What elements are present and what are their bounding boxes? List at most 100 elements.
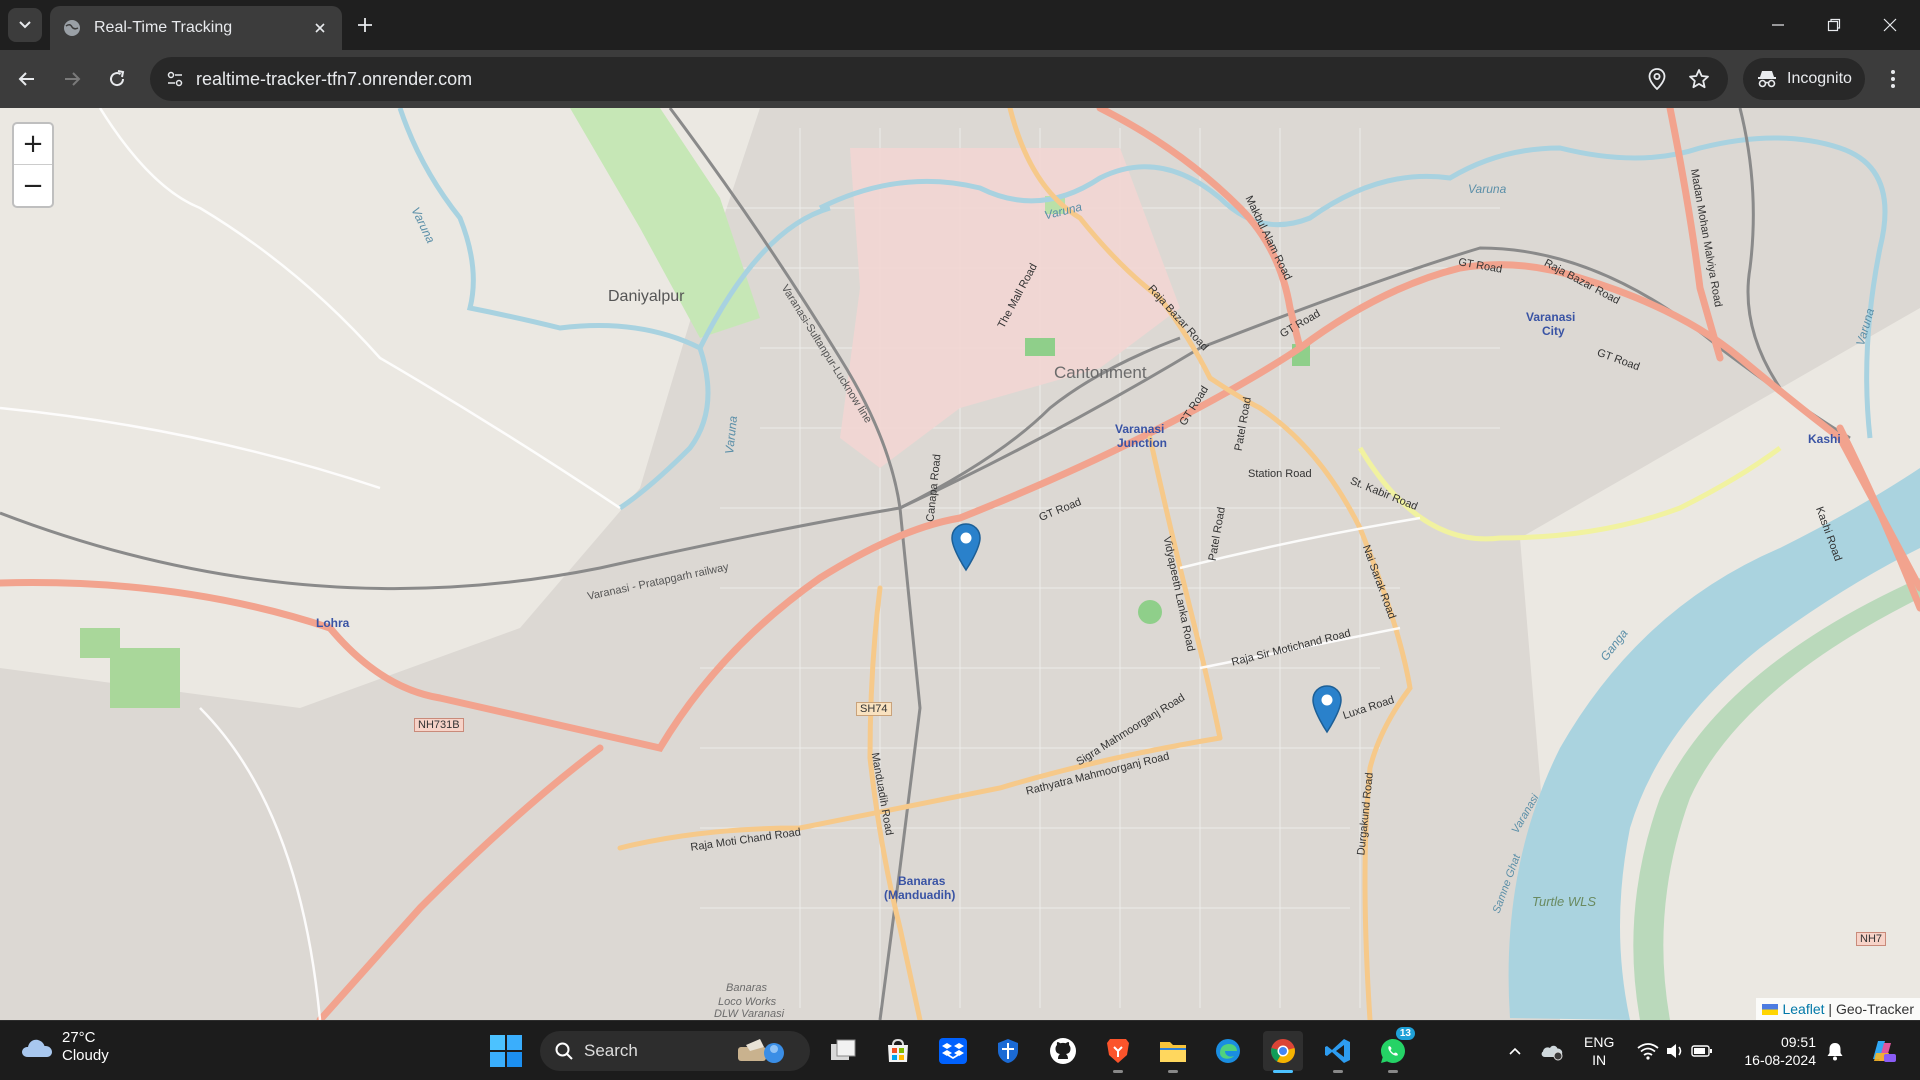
running-indicator	[1168, 1070, 1178, 1073]
address-bar[interactable]: realtime-tracker-tfn7.onrender.com	[150, 57, 1728, 101]
place-label: Cantonment	[1054, 363, 1147, 382]
wifi-icon	[1637, 1043, 1659, 1060]
clock-time: 09:51	[1780, 1034, 1816, 1050]
language-indicator[interactable]: ENG IN	[1584, 1033, 1614, 1069]
place-label: Varanasi	[1526, 310, 1576, 324]
chrome-icon	[1271, 1039, 1295, 1064]
close-icon	[1883, 18, 1897, 32]
tune-icon	[167, 71, 183, 87]
place-label: Kashi	[1808, 432, 1841, 446]
zoom-in-button[interactable]: +	[14, 124, 52, 165]
windows-start-icon[interactable]	[488, 1033, 524, 1069]
location-access-icon[interactable]	[1644, 66, 1670, 92]
arrow-left-icon	[18, 72, 34, 86]
notifications-button[interactable]	[1818, 1031, 1852, 1071]
globe-icon	[64, 20, 80, 36]
place-label: Lohra	[316, 616, 350, 630]
defender-button[interactable]	[988, 1031, 1028, 1071]
url-text[interactable]: realtime-tracker-tfn7.onrender.com	[196, 69, 472, 90]
browser-tab[interactable]: Real-Time Tracking	[50, 6, 342, 50]
weather-widget[interactable]: 27°C Cloudy	[20, 1029, 109, 1065]
river-label: Varuna	[1468, 182, 1507, 196]
store-icon	[888, 1038, 908, 1062]
place-label: Junction	[1117, 436, 1167, 450]
search-highlight-icon	[738, 1039, 784, 1063]
taskbar-search-label: Search	[584, 1041, 638, 1060]
reload-icon	[110, 70, 125, 87]
site-info-button[interactable]	[160, 64, 190, 94]
brave-button[interactable]	[1098, 1031, 1138, 1073]
running-indicator	[1333, 1070, 1343, 1073]
copilot-button[interactable]	[1862, 1031, 1902, 1071]
more-vert-icon	[1891, 70, 1895, 88]
clock-date: 16-08-2024	[1744, 1052, 1816, 1068]
vscode-icon	[1325, 1039, 1350, 1063]
map-container[interactable]: Daniyalpur Cantonment Varanasi Junction …	[0, 108, 1920, 1020]
leaflet-link[interactable]: Leaflet	[1782, 1001, 1824, 1017]
close-window-button[interactable]	[1862, 0, 1918, 50]
place-label: Loco Works	[718, 996, 777, 1008]
new-tab-button[interactable]	[352, 12, 378, 38]
weather-desc: Cloudy	[62, 1047, 109, 1064]
map-attribution: Leaflet | Geo-Tracker	[1756, 998, 1920, 1020]
onedrive-button[interactable]	[1535, 1031, 1569, 1071]
browser-toolbar: realtime-tracker-tfn7.onrender.com Incog…	[0, 50, 1920, 108]
windows-taskbar: 27°C Cloudy Search 13 ENG IN 09:51 16-08…	[0, 1020, 1920, 1080]
github-icon	[1050, 1038, 1076, 1064]
place-label: Banaras	[726, 982, 767, 994]
ukraine-flag-icon	[1762, 1003, 1779, 1015]
tab-strip: Real-Time Tracking	[0, 0, 1920, 50]
reload-button[interactable]	[100, 62, 134, 96]
restore-button[interactable]	[1806, 0, 1862, 50]
onedrive-icon	[1541, 1045, 1563, 1061]
chevron-up-icon	[1509, 1047, 1521, 1055]
location-marker-icon[interactable]	[950, 522, 982, 572]
bookmark-star-icon[interactable]	[1686, 66, 1712, 92]
dropbox-button[interactable]	[933, 1031, 973, 1071]
tab-search-button[interactable]	[8, 8, 42, 42]
minimize-button[interactable]	[1750, 0, 1806, 50]
github-button[interactable]	[1043, 1031, 1083, 1071]
zoom-out-button[interactable]: −	[14, 165, 52, 206]
whatsapp-icon	[1381, 1039, 1405, 1063]
location-marker-icon[interactable]	[1311, 684, 1343, 734]
file-explorer-button[interactable]	[1153, 1031, 1193, 1073]
place-label: DLW Varanasi	[714, 1008, 785, 1020]
task-view-icon	[831, 1039, 856, 1060]
close-tab-icon[interactable]	[310, 18, 330, 38]
place-label: Turtle WLS	[1532, 894, 1597, 909]
clock[interactable]: 09:51 16-08-2024	[1736, 1033, 1816, 1069]
attribution-text: Geo-Tracker	[1835, 1001, 1914, 1017]
quick-settings-button[interactable]	[1630, 1031, 1720, 1071]
place-label: Varanasi	[1115, 422, 1165, 436]
vscode-button[interactable]	[1318, 1031, 1358, 1073]
taskbar-search-box[interactable]: Search	[540, 1031, 810, 1071]
chevron-down-icon	[19, 21, 31, 29]
language-code: ENG	[1584, 1034, 1615, 1050]
show-hidden-icons-button[interactable]	[1500, 1031, 1530, 1071]
task-view-button[interactable]	[823, 1031, 863, 1071]
place-label: Daniyalpur	[608, 288, 685, 305]
notification-badge: 13	[1395, 1027, 1415, 1040]
back-button[interactable]	[10, 62, 44, 96]
place-label: City	[1542, 324, 1565, 338]
chrome-button[interactable]	[1263, 1031, 1303, 1073]
attribution-separator: |	[1824, 1001, 1836, 1017]
battery-icon	[1691, 1045, 1712, 1057]
search-icon	[555, 1042, 573, 1060]
road-shield: SH74	[856, 702, 892, 716]
edge-button[interactable]	[1208, 1031, 1248, 1071]
road-label: Station Road	[1248, 468, 1312, 480]
minimize-icon	[1772, 24, 1784, 26]
edge-icon	[1216, 1039, 1240, 1063]
microsoft-store-button[interactable]	[878, 1031, 918, 1071]
whatsapp-button[interactable]: 13	[1373, 1027, 1415, 1073]
incognito-indicator[interactable]: Incognito	[1743, 58, 1865, 100]
volume-icon	[1667, 1044, 1682, 1058]
browser-menu-button[interactable]	[1876, 62, 1910, 96]
restore-icon	[1827, 18, 1841, 32]
forward-button[interactable]	[55, 62, 89, 96]
place-label: (Manduadih)	[884, 888, 956, 902]
arrow-right-icon	[65, 72, 81, 86]
dropbox-icon	[939, 1038, 967, 1064]
